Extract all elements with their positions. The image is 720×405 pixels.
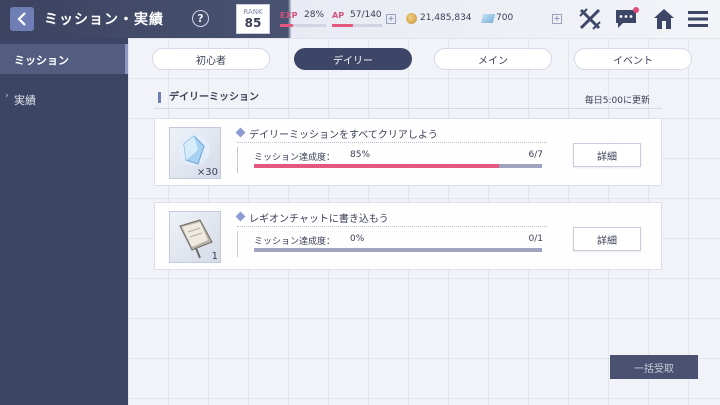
tab-event[interactable]: イベント xyxy=(574,48,692,70)
ap-value: 57/140 xyxy=(350,10,382,20)
ap-plus-button[interactable]: + xyxy=(386,14,396,24)
gem-icon xyxy=(480,14,496,23)
progress-bar xyxy=(254,248,542,252)
mission-card: 1 レギオンチャットに書き込もう ミッション達成度： 0% 0/1 詳細 xyxy=(154,202,662,270)
diamond-bullet-icon xyxy=(235,211,246,222)
coin-value: 21,485,834 xyxy=(420,13,472,23)
mission-progress: ミッション達成度： 0% 0/1 xyxy=(237,231,543,257)
progress-label: ミッション達成度： xyxy=(254,237,336,247)
progress-count: 6/7 xyxy=(528,150,543,160)
sidebar: ミッション › 実績 xyxy=(0,38,128,405)
exp-label: EXP xyxy=(280,11,298,20)
rank-label: RANK xyxy=(243,8,263,16)
diamond-bullet-icon xyxy=(235,127,246,138)
progress-label: ミッション達成度： xyxy=(254,153,336,163)
ap-label: AP xyxy=(332,11,345,20)
sidebar-item-label: 実績 xyxy=(14,94,36,107)
section-title: デイリーミッション xyxy=(158,92,259,103)
top-bar: ミッション・実績 ? RANK 85 EXP 28% AP 57/140 + 2… xyxy=(0,0,720,38)
dotted-divider xyxy=(237,142,547,143)
exp-bar-fill xyxy=(280,24,293,27)
divider xyxy=(154,108,662,109)
reward-quantity: ×30 xyxy=(196,167,218,178)
chevron-left-icon xyxy=(17,12,26,26)
progress-percent: 85% xyxy=(350,150,371,160)
exp-value: 28% xyxy=(304,10,325,20)
rank-badge: RANK 85 xyxy=(236,4,270,34)
exp-bar xyxy=(280,24,326,27)
tab-main[interactable]: メイン xyxy=(434,48,552,70)
gem-plus-button[interactable]: + xyxy=(552,14,562,24)
reward-quantity: 1 xyxy=(211,251,218,262)
progress-percent: 0% xyxy=(350,234,365,244)
progress-bar xyxy=(254,164,542,168)
mission-panel: 初心者 デイリー メイン イベント デイリーミッション 毎日5:00に更新 ×3… xyxy=(128,38,720,405)
mission-title: レギオンチャットに書き込もう xyxy=(249,214,389,225)
ap-bar-fill xyxy=(332,24,353,27)
progress-bar-fill xyxy=(254,164,499,168)
detail-button[interactable]: 詳細 xyxy=(573,143,641,167)
back-button[interactable] xyxy=(10,7,34,31)
chevron-right-icon: › xyxy=(5,91,9,101)
rank-value: 85 xyxy=(244,16,262,30)
dotted-divider xyxy=(237,226,547,227)
mission-title: デイリーミッションをすべてクリアしよう xyxy=(249,130,438,141)
crossed-swords-icon[interactable] xyxy=(578,7,602,31)
menu-icon[interactable] xyxy=(688,10,708,28)
mission-progress: ミッション達成度： 85% 6/7 xyxy=(237,147,543,173)
detail-button[interactable]: 詳細 xyxy=(573,227,641,251)
mission-card: ×30 デイリーミッションをすべてクリアしよう ミッション達成度： 85% 6/… xyxy=(154,118,662,186)
page-title: ミッション・実績 xyxy=(44,12,164,28)
reward-item[interactable]: ×30 xyxy=(169,127,221,179)
coin-icon xyxy=(406,13,417,24)
progress-count: 0/1 xyxy=(528,234,543,244)
notification-badge xyxy=(633,7,639,13)
ap-bar xyxy=(332,24,382,27)
gem-value: 700 xyxy=(496,13,514,23)
tab-daily[interactable]: デイリー xyxy=(294,48,412,70)
sidebar-item-label: ミッション xyxy=(14,54,69,67)
claim-all-button[interactable]: 一括受取 xyxy=(610,355,698,379)
update-time-text: 毎日5:00に更新 xyxy=(584,96,650,106)
home-icon[interactable] xyxy=(653,8,675,30)
help-icon[interactable]: ? xyxy=(192,10,209,27)
reward-item[interactable]: 1 xyxy=(169,211,221,263)
tab-beginner[interactable]: 初心者 xyxy=(152,48,270,70)
